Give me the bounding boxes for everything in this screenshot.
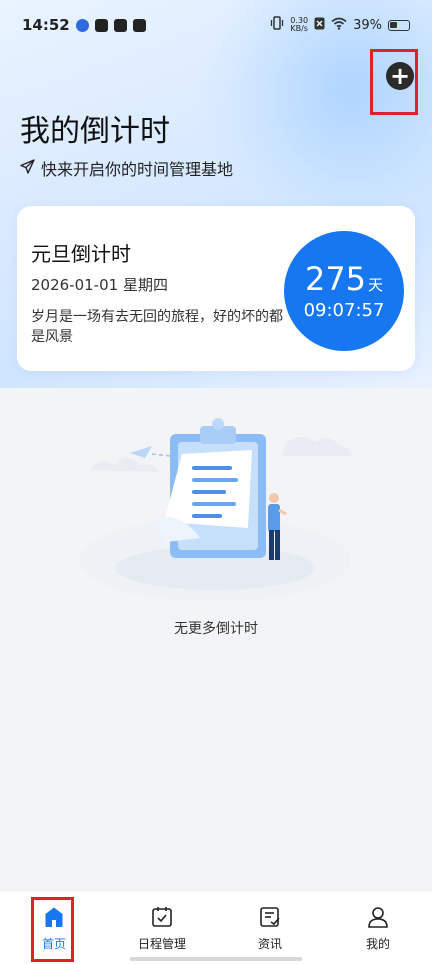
empty-state-text: 无更多倒计时 bbox=[174, 621, 258, 637]
page-subtitle: 快来开启你的时间管理基地 bbox=[20, 156, 233, 180]
notification-app-icon bbox=[132, 18, 146, 32]
sim-icon bbox=[314, 17, 325, 34]
time-remaining: 09:07:57 bbox=[303, 299, 385, 321]
calendar-check-icon bbox=[151, 905, 173, 929]
notification-app-icon bbox=[94, 18, 108, 32]
vibrate-icon bbox=[270, 16, 284, 34]
add-countdown-button[interactable]: + bbox=[386, 62, 414, 90]
user-icon bbox=[367, 905, 389, 929]
status-time: 14:52 bbox=[22, 16, 70, 34]
tiktok-icon bbox=[113, 18, 127, 32]
countdown-quote: 岁月是一场有去无回的旅程，好的坏的都是风景 bbox=[31, 309, 283, 345]
nav-schedule-label: 日程管理 bbox=[137, 937, 186, 951]
days-number: 275 bbox=[304, 259, 367, 298]
battery-icon bbox=[388, 19, 410, 31]
wifi-icon bbox=[331, 17, 347, 34]
countdown-circle: 275 天 09:07:57 bbox=[284, 231, 404, 351]
nav-news-label: 资讯 bbox=[257, 937, 282, 951]
nav-home[interactable]: 首页 bbox=[9, 905, 99, 952]
battery-percent: 39% bbox=[353, 17, 382, 33]
status-left: 14:52 bbox=[22, 16, 146, 34]
countdown-title: 元旦倒计时 bbox=[31, 242, 131, 266]
paper-plane-icon bbox=[20, 158, 35, 178]
countdown-date: 2026-01-01 星期四 bbox=[31, 276, 168, 294]
bottom-navigation: 首页 日程管理 资讯 我的 bbox=[0, 890, 432, 964]
nav-profile[interactable]: 我的 bbox=[333, 905, 423, 952]
page-title: 我的倒计时 bbox=[20, 114, 170, 149]
status-bar: 14:52 0.30 KB/s 39% bbox=[0, 0, 432, 50]
empty-state-illustration bbox=[70, 410, 360, 602]
subtitle-text: 快来开启你的时间管理基地 bbox=[41, 160, 234, 179]
nav-schedule[interactable]: 日程管理 bbox=[117, 905, 207, 952]
network-speed: 0.30 KB/s bbox=[290, 17, 308, 33]
net-speed-unit: KB/s bbox=[290, 24, 308, 33]
days-unit: 天 bbox=[368, 275, 384, 294]
nav-profile-label: 我的 bbox=[365, 937, 390, 951]
countdown-card[interactable]: 元旦倒计时 2026-01-01 星期四 岁月是一场有去无回的旅程，好的坏的都是… bbox=[17, 206, 415, 371]
nav-home-label: 首页 bbox=[41, 937, 66, 951]
notification-app-icon bbox=[75, 18, 89, 32]
home-indicator bbox=[130, 957, 302, 961]
status-right: 0.30 KB/s 39% bbox=[270, 16, 410, 34]
days-remaining: 275 天 bbox=[305, 262, 383, 296]
news-icon bbox=[259, 905, 281, 929]
nav-news[interactable]: 资讯 bbox=[225, 905, 315, 952]
plus-icon: + bbox=[389, 62, 411, 90]
home-icon bbox=[43, 905, 65, 929]
